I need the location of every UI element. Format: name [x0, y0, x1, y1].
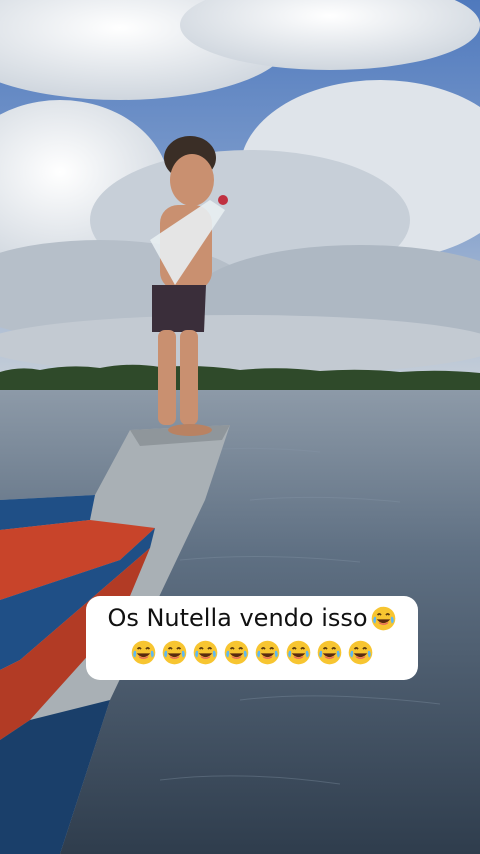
- caption-text: Os Nutella vendo isso: [107, 604, 368, 632]
- face-with-tears-of-joy-icon: [131, 640, 156, 665]
- caption-box: Os Nutella vendo isso: [86, 596, 418, 680]
- clouds: [0, 0, 480, 375]
- face-with-tears-of-joy-icon: [193, 640, 218, 665]
- face-with-tears-of-joy-icon: [371, 606, 395, 630]
- face-with-tears-of-joy-icon: [162, 640, 187, 665]
- caption-line: Os Nutella vendo isso: [107, 603, 396, 633]
- face-with-tears-of-joy-icon: [317, 640, 342, 665]
- face-with-tears-of-joy-icon: [224, 640, 249, 665]
- video-frame: Os Nutella vendo isso: [0, 0, 480, 854]
- face-with-tears-of-joy-icon: [286, 640, 311, 665]
- face-with-tears-of-joy-icon: [348, 640, 373, 665]
- emoji-row: [86, 639, 418, 666]
- river-scene-photo: [0, 0, 480, 854]
- face-with-tears-of-joy-icon: [255, 640, 280, 665]
